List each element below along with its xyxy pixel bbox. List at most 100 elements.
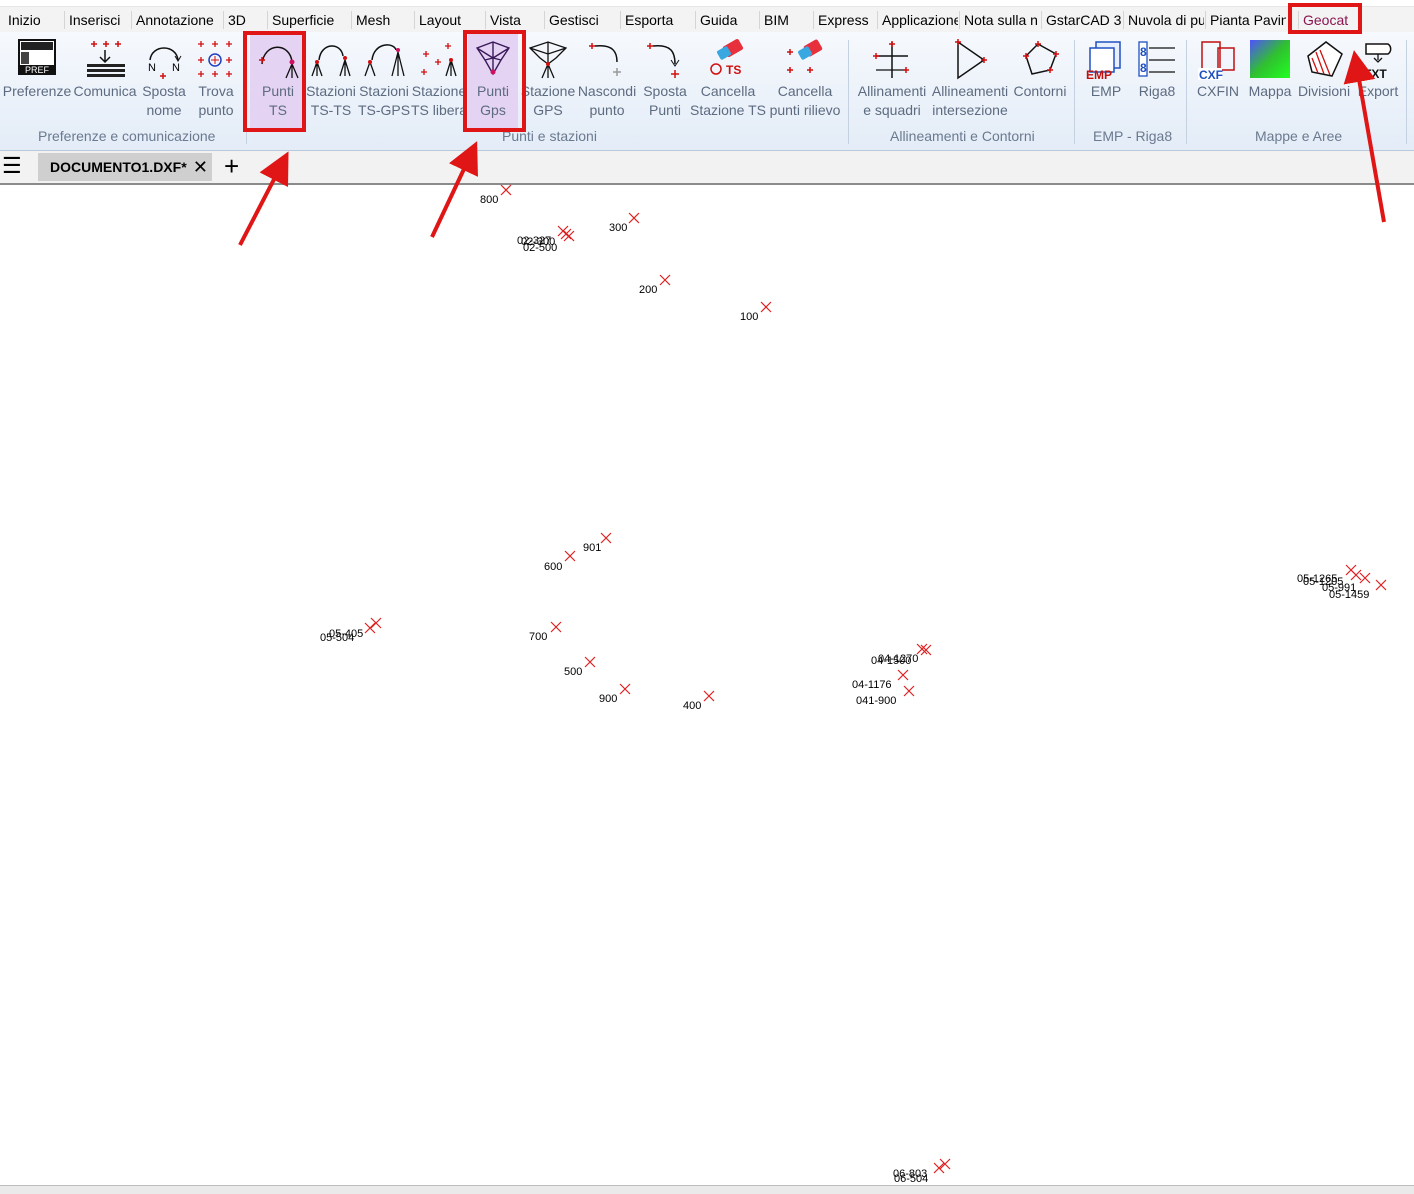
ribbon-button-cancella-punti-rilievo[interactable]: Cancella punti rilievo: [766, 32, 844, 128]
point-label: 400: [683, 700, 701, 712]
ribbon-button-sposta-punti[interactable]: Sposta Punti: [640, 32, 690, 128]
survey-point[interactable]: 100: [740, 301, 772, 323]
menu-separator: [1123, 11, 1124, 29]
survey-point[interactable]: 04-1176: [852, 669, 909, 691]
ribbon-button-pref[interactable]: PREF Preferenze: [3, 32, 71, 128]
ribbon-button-cancella-stazione-ts[interactable]: TS Cancella Stazione TS: [690, 32, 766, 128]
ribbon-button-label: Sposta nome: [142, 83, 186, 118]
survey-point[interactable]: 800: [480, 184, 512, 206]
menu-tab-inizio[interactable]: Inizio: [8, 7, 54, 33]
survey-point[interactable]: 300: [609, 212, 640, 234]
ribbon-button-stazione-ts-libera[interactable]: Stazione TS libera: [411, 32, 467, 128]
menu-tab-3d[interactable]: 3D: [228, 7, 258, 33]
svg-text:TXT: TXT: [1364, 67, 1387, 80]
menu-tab-pianta-pavin[interactable]: Pianta Pavin: [1210, 7, 1286, 33]
ribbon-button-label: Export: [1357, 83, 1399, 99]
point-marker-icon: [1350, 569, 1362, 581]
ribbon-button-stazione-gps[interactable]: Stazione GPS: [521, 32, 575, 128]
survey-point[interactable]: 700: [529, 621, 562, 643]
ribbon-button-stazioni-ts-ts[interactable]: Stazioni TS-TS: [306, 32, 356, 128]
svg-text:PREF: PREF: [25, 65, 50, 75]
point-marker-icon: [760, 301, 772, 313]
ribbon-group-label: Allineamenti e Contorni: [890, 128, 1035, 144]
document-tab[interactable]: DOCUMENTO1.DXF* ✕: [38, 153, 212, 181]
point-marker-icon: [1375, 579, 1387, 591]
menu-bar: Inizio Inserisci Annotazione 3D Superficie Me…: [0, 6, 1414, 33]
contorni-icon: [1023, 41, 1059, 75]
ribbon-button-label: Comunica: [73, 83, 137, 99]
point-label: 100: [740, 311, 758, 323]
ribbon-button-allineamenti-squadri[interactable]: Allinamenti e squadri: [856, 32, 928, 128]
point-label: 600: [544, 561, 562, 573]
document-tab-label: DOCUMENTO1.DXF*: [50, 159, 187, 175]
cancella-stazione-ts-icon: TS: [710, 39, 744, 77]
survey-point[interactable]: 901: [583, 532, 612, 554]
ribbon-button-emp[interactable]: EMP EMP: [1082, 32, 1130, 128]
ribbon-button-divisioni[interactable]: Divisioni: [1298, 32, 1350, 128]
ribbon-button-trova-punto[interactable]: Trova punto: [192, 32, 240, 128]
survey-point[interactable]: 06-504: [894, 1162, 945, 1184]
menu-tab-gestisci[interactable]: Gestisci: [549, 7, 609, 33]
ribbon-group-separator: [1406, 40, 1407, 144]
hamburger-menu-icon[interactable]: ☰: [2, 153, 22, 179]
menu-tab-mesh[interactable]: Mesh: [356, 7, 404, 33]
ribbon-group-label: Preferenze e comunicazione: [38, 128, 216, 144]
ribbon-button-export[interactable]: TXT Export: [1354, 32, 1402, 128]
menu-tab-applicazione[interactable]: Applicazione: [882, 7, 958, 33]
svg-text:N: N: [172, 62, 180, 74]
survey-point[interactable]: 05-504: [320, 622, 376, 644]
document-tab-bar: ☰ DOCUMENTO1.DXF* ✕ +: [0, 151, 1414, 185]
menu-tab-superficie[interactable]: Superficie: [272, 7, 340, 33]
menu-separator: [620, 11, 621, 29]
menu-tab-nuvola-di-pu[interactable]: Nuvola di pu: [1128, 7, 1204, 33]
survey-point[interactable]: 500: [564, 656, 596, 678]
menu-separator: [695, 11, 696, 29]
ribbon-button-nascondi-punto[interactable]: Nascondi punto: [578, 32, 636, 128]
ribbon-button-allineamenti-intersezione[interactable]: Allineamenti intersezione: [930, 32, 1010, 128]
point-marker-icon: [563, 230, 575, 242]
survey-point[interactable]: 600: [544, 550, 576, 573]
close-icon[interactable]: ✕: [193, 153, 208, 181]
menu-tab-nota-sulla-n[interactable]: Nota sulla n: [964, 7, 1038, 33]
ribbon-button-label: Preferenze: [2, 83, 72, 99]
stazione-gps-icon: [528, 41, 568, 79]
menu-separator: [1041, 11, 1042, 29]
menu-tab-bim[interactable]: BIM: [764, 7, 798, 33]
drawing-canvas[interactable]: 80030002-32702-30002-5002001009016007005…: [0, 184, 1414, 1184]
menu-tab-gstarcad-3[interactable]: GstarCAD 3: [1046, 7, 1122, 33]
ribbon-button-cxfin[interactable]: CXF CXFIN: [1196, 32, 1240, 128]
ribbon-button-label: EMP: [1090, 83, 1122, 99]
menu-tab-esporta[interactable]: Esporta: [625, 7, 685, 33]
menu-tab-annotazione[interactable]: Annotazione: [136, 7, 214, 33]
survey-point[interactable]: 900: [599, 683, 631, 705]
ribbon-button-mappa[interactable]: Mappa: [1244, 32, 1296, 128]
ribbon-group-separator: [848, 40, 849, 144]
ribbon-button-contorni[interactable]: Contorni: [1012, 32, 1068, 128]
point-marker-icon: [560, 228, 572, 240]
comunica-icon: [87, 41, 125, 77]
menu-separator: [414, 11, 415, 29]
point-marker-icon: [897, 669, 909, 681]
point-label: 05-1459: [1329, 589, 1369, 601]
survey-point[interactable]: 200: [639, 274, 671, 296]
menu-separator: [544, 11, 545, 29]
ribbon-button-label: Contorni: [1013, 83, 1067, 99]
point-label: 300: [609, 222, 627, 234]
menu-separator: [1205, 11, 1206, 29]
survey-point[interactable]: 400: [683, 690, 715, 712]
point-label: 05-504: [320, 632, 354, 644]
highlight-box-geocat-tab: [1288, 3, 1362, 34]
ribbon-button-sposta-nome[interactable]: N N Sposta nome: [140, 32, 188, 128]
mappa-icon: [1250, 40, 1290, 78]
menu-tab-guida[interactable]: Guida: [700, 7, 752, 33]
menu-tab-express[interactable]: Express: [818, 7, 874, 33]
ribbon-button-riga8[interactable]: 8 8 Riga8: [1134, 32, 1180, 128]
add-tab-icon[interactable]: +: [224, 151, 239, 181]
ribbon-button-comunica[interactable]: Comunica: [73, 32, 137, 128]
ribbon-button-stazioni-ts-gps[interactable]: Stazioni TS-GPS: [358, 32, 410, 128]
svg-text:N: N: [148, 62, 156, 74]
ribbon-button-label: Nascondi punto: [577, 83, 637, 118]
menu-tab-inserisci[interactable]: Inserisci: [69, 7, 125, 33]
point-label: 200: [639, 284, 657, 296]
stazioni-ts-ts-icon: [311, 45, 351, 77]
